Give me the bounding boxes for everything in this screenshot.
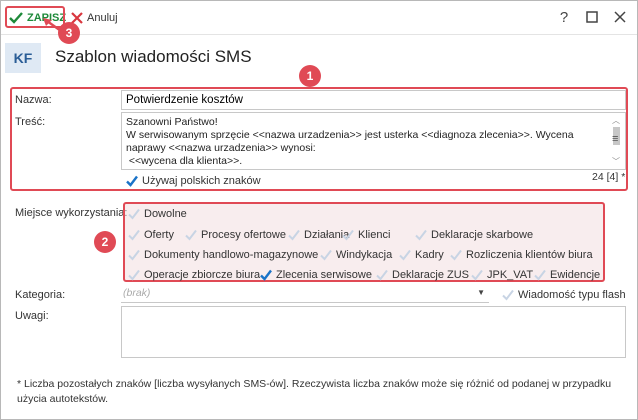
checkmark-faded-icon — [288, 229, 300, 241]
toolbar: ZAPISZ Anuluj ? — [1, 1, 637, 35]
usage-option-checkbox[interactable]: Windykacja — [319, 247, 392, 263]
usage-option-label: Windykacja — [336, 249, 393, 261]
checkmark-faded-icon — [128, 229, 140, 241]
usage-option-checkbox[interactable]: Zlecenia serwisowe — [259, 267, 372, 283]
usage-option-label: Dokumenty handlowo-magazynowe — [144, 249, 319, 261]
checkmark-faded-icon — [376, 269, 388, 281]
category-label: Kategoria: — [15, 289, 66, 301]
chevron-down-icon: ▼ — [477, 288, 485, 297]
checkmark-icon — [260, 269, 272, 281]
category-select[interactable]: (brak) ▼ — [121, 287, 489, 303]
arrow-pointer-icon — [43, 18, 62, 33]
usage-option-checkbox[interactable]: Dokumenty handlowo-magazynowe — [127, 247, 318, 263]
usage-option-checkbox[interactable]: Deklaracje ZUS — [375, 267, 469, 283]
checkmark-faded-icon — [534, 269, 546, 281]
usage-option-label: Kadry — [415, 249, 444, 261]
usage-option-label: Oferty — [144, 229, 174, 241]
usage-option-label: Operacje zbiorcze biura — [144, 269, 261, 281]
usage-option-label: Deklaracje ZUS — [392, 269, 470, 281]
checkmark-faded-icon — [128, 249, 140, 261]
usage-option-checkbox[interactable]: Działania — [287, 227, 349, 243]
usage-option-checkbox[interactable]: Kadry — [398, 247, 444, 263]
usage-option-label: Zlecenia serwisowe — [276, 269, 372, 281]
usage-option-checkbox[interactable]: Ewidencje — [533, 267, 600, 283]
close-icon — [614, 11, 626, 23]
page-title: Szablon wiadomości SMS — [55, 47, 252, 66]
usage-option-label: Klienci — [358, 229, 391, 241]
checkmark-faded-icon — [471, 269, 483, 281]
usage-option-checkbox[interactable]: Oferty — [127, 227, 174, 243]
maximize-button[interactable] — [583, 8, 601, 26]
checkmark-faded-icon — [450, 249, 462, 261]
checkmark-faded-icon — [128, 208, 140, 220]
usage-option-label: Dowolne — [144, 208, 187, 220]
usage-option-checkbox[interactable]: Klienci — [341, 227, 390, 243]
usage-option-label: Ewidencje — [550, 269, 601, 281]
checkmark-faded-icon — [342, 229, 354, 241]
help-button[interactable]: ? — [555, 8, 573, 26]
usage-option-label: JPK_VAT — [487, 269, 534, 281]
sms-template-window: ZAPISZ Anuluj ? KF Szablon wiadomości SM… — [0, 0, 638, 420]
usage-option-checkbox[interactable]: Deklaracje skarbowe — [414, 227, 533, 243]
close-window-button[interactable] — [611, 8, 629, 26]
help-icon: ? — [559, 8, 569, 26]
kf-logo: KF — [5, 43, 41, 73]
maximize-icon — [586, 11, 598, 23]
checkmark-faded-icon — [128, 269, 140, 281]
cancel-label: Anuluj — [87, 12, 118, 24]
usage-option-checkbox[interactable]: Procesy ofertowe — [184, 227, 286, 243]
checkmark-faded-icon — [502, 289, 514, 301]
footnote: * Liczba pozostałych znaków [liczba wysy… — [17, 378, 612, 405]
usage-option-label: Procesy ofertowe — [201, 229, 286, 241]
checkmark-faded-icon — [185, 229, 197, 241]
usage-label: Miejsce wykorzystania: — [15, 207, 128, 219]
usage-option-label: Deklaracje skarbowe — [431, 229, 534, 241]
usage-option-checkbox[interactable]: Operacje zbiorcze biura — [127, 267, 260, 283]
notes-label: Uwagi: — [15, 310, 49, 322]
annotation-badge-2: 2 — [94, 231, 116, 253]
flash-label: Wiadomość typu flash — [518, 289, 626, 301]
usage-option-checkbox[interactable]: Rozliczenia klientów biura — [449, 247, 593, 263]
usage-option-label: Rozliczenia klientów biura — [466, 249, 593, 261]
checkmark-faded-icon — [415, 229, 427, 241]
checkmark-faded-icon — [399, 249, 411, 261]
notes-textarea[interactable] — [121, 306, 626, 358]
usage-option-checkbox[interactable]: Dowolne — [127, 206, 187, 222]
highlight-box-1 — [10, 87, 628, 191]
category-placeholder: (brak) — [123, 287, 151, 299]
flash-checkbox[interactable]: Wiadomość typu flash — [501, 287, 626, 303]
annotation-badge-1: 1 — [299, 65, 321, 87]
usage-option-checkbox[interactable]: JPK_VAT — [470, 267, 533, 283]
checkmark-faded-icon — [320, 249, 332, 261]
cancel-button[interactable]: Anuluj — [71, 9, 118, 27]
